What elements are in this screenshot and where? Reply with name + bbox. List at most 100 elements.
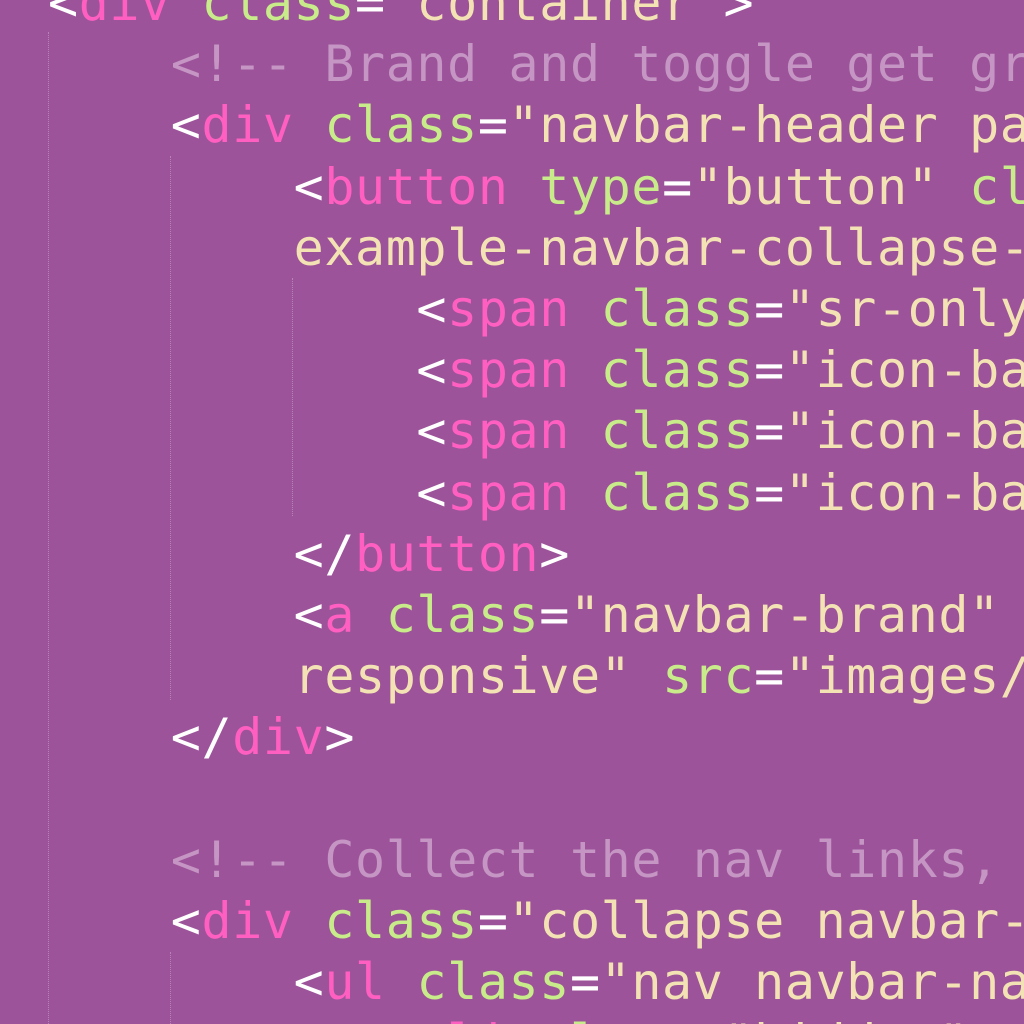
- code-token-punctuation: >: [324, 708, 356, 767]
- code-token-punctuation: =: [693, 1014, 724, 1024]
- code-line[interactable]: <ul class="nav navbar-na: [48, 951, 1024, 1013]
- code-token-punctuation: <: [48, 280, 448, 338]
- code-token-tag-name: span: [447, 280, 570, 338]
- code-token-attribute-name: class: [600, 402, 755, 461]
- code-token-punctuation: <: [48, 953, 325, 1012]
- code-token-punctuation: [570, 464, 601, 522]
- code-line[interactable]: <span class="icon-ba: [48, 339, 1024, 401]
- code-token-punctuation: =: [477, 96, 509, 155]
- code-token-string-value: "nav navbar-na: [600, 953, 1024, 1012]
- code-token-tag-name: li: [447, 1014, 508, 1024]
- code-line[interactable]: <li class="hidden": [48, 1012, 969, 1024]
- code-token-punctuation: [48, 831, 171, 889]
- code-token-string-value: "icon-ba: [784, 402, 1024, 461]
- code-token-punctuation: >: [539, 524, 570, 583]
- code-line[interactable]: <div class="navbar-header pa: [48, 94, 1024, 156]
- code-token-attribute-name: class: [324, 892, 478, 950]
- code-line[interactable]: </div>: [48, 706, 355, 768]
- code-token-punctuation: <: [48, 586, 325, 644]
- code-token-string-value: responsive": [48, 647, 663, 706]
- code-line[interactable]: example-navbar-collapse-: [48, 217, 1024, 279]
- code-token-punctuation: =: [754, 402, 785, 461]
- code-token-attribute-name: class: [416, 953, 570, 1012]
- code-token-string-value: "navbar-header pa: [508, 96, 1024, 155]
- code-token-string-value: "navbar-brand": [569, 586, 1024, 644]
- code-token-punctuation: <: [48, 892, 202, 950]
- code-token-punctuation: [570, 402, 601, 460]
- code-token-punctuation: <: [48, 157, 325, 216]
- code-token-attribute-name: class: [539, 1014, 693, 1024]
- code-token-tag-name: span: [447, 463, 570, 522]
- code-token-punctuation: [386, 953, 417, 1011]
- code-token-punctuation: <: [48, 0, 79, 32]
- code-token-string-value: "images/: [784, 647, 1024, 706]
- code-token-punctuation: =: [662, 157, 693, 216]
- code-token-tag-name: div: [232, 708, 325, 767]
- code-token-attribute-name: type: [539, 157, 663, 216]
- code-token-string-value: "icon-ba: [784, 341, 1024, 400]
- code-token-punctuation: =: [477, 892, 509, 950]
- code-token-tag-name: div: [201, 96, 294, 155]
- code-token-attribute-name: class: [385, 586, 540, 644]
- code-line[interactable]: </button>: [48, 523, 570, 585]
- code-line[interactable]: <span class="sr-only: [48, 278, 1024, 340]
- code-token-punctuation: [294, 96, 325, 154]
- code-token-string-value: example-navbar-collapse-: [48, 218, 1024, 277]
- code-token-string-value: "container": [385, 0, 724, 32]
- code-token-punctuation: </: [48, 708, 233, 767]
- code-token-punctuation: [570, 341, 601, 399]
- code-token-punctuation: =: [569, 953, 601, 1012]
- code-token-punctuation: [509, 158, 540, 216]
- code-token-punctuation: <: [48, 402, 448, 461]
- code-token-string-value: "sr-only: [784, 280, 1024, 338]
- code-token-punctuation: =: [355, 0, 386, 32]
- code-token-tag-name: span: [447, 341, 570, 400]
- code-token-tag-name: button: [355, 524, 540, 583]
- code-line[interactable]: <span class="icon-ba: [48, 400, 1024, 462]
- code-token-attribute-name: class: [201, 0, 356, 32]
- code-token-punctuation: [570, 280, 601, 338]
- code-line[interactable]: <a class="navbar-brand": [48, 584, 1024, 646]
- code-token-tag-name: div: [78, 0, 171, 32]
- code-token-tag-name: ul: [324, 953, 386, 1012]
- code-token-string-value: "hidden": [723, 1014, 969, 1024]
- code-token-string-value: "icon-ba: [784, 463, 1024, 522]
- code-token-attribute-name: class: [324, 96, 478, 155]
- code-token-punctuation: [509, 1014, 540, 1024]
- code-token-punctuation: <: [48, 341, 448, 400]
- code-token-attribute-name: src: [662, 647, 755, 706]
- code-token-attribute-name: class: [600, 341, 755, 400]
- code-line[interactable]: <button type="button" cl: [48, 156, 1024, 218]
- code-token-punctuation: </: [48, 524, 356, 583]
- code-line[interactable]: <!-- Brand and toggle get gr: [48, 33, 1024, 95]
- code-editor[interactable]: <div class="container"> <!-- Brand and t…: [0, 0, 1024, 1024]
- code-token-punctuation: [48, 35, 171, 93]
- code-token-tag-name: button: [324, 157, 509, 216]
- code-line[interactable]: <div class="container">: [48, 0, 754, 34]
- code-token-punctuation: =: [754, 341, 785, 400]
- code-token-string-value: "collapse navbar-: [508, 892, 1024, 950]
- code-token-punctuation: =: [754, 463, 785, 522]
- code-line[interactable]: <span class="icon-ba: [48, 462, 1024, 524]
- code-token-punctuation: >: [723, 0, 755, 32]
- code-token-tag-name: a: [324, 586, 356, 644]
- code-line[interactable]: <div class="collapse navbar-: [48, 890, 1024, 952]
- code-token-tag-name: span: [447, 402, 570, 461]
- code-token-punctuation: [294, 892, 325, 950]
- code-token-punctuation: <: [48, 1014, 447, 1024]
- code-token-comment: <!-- Brand and toggle get gr: [170, 35, 1024, 94]
- code-token-punctuation: [171, 0, 202, 32]
- code-token-punctuation: =: [754, 280, 785, 338]
- code-line[interactable]: <!-- Collect the nav links,: [48, 829, 1000, 891]
- code-line[interactable]: responsive" src="images/: [48, 645, 1024, 707]
- code-token-comment: <!-- Collect the nav links,: [170, 830, 1000, 889]
- code-token-punctuation: =: [754, 647, 785, 706]
- code-token-punctuation: =: [539, 586, 570, 644]
- code-token-punctuation: <: [48, 463, 448, 522]
- code-token-attribute-name: class: [600, 280, 755, 338]
- code-token-punctuation: <: [48, 96, 202, 155]
- code-token-punctuation: [355, 586, 386, 644]
- code-token-string-value: "button": [692, 157, 970, 216]
- code-token-tag-name: div: [201, 892, 294, 950]
- code-token-attribute-name: cl: [969, 157, 1024, 216]
